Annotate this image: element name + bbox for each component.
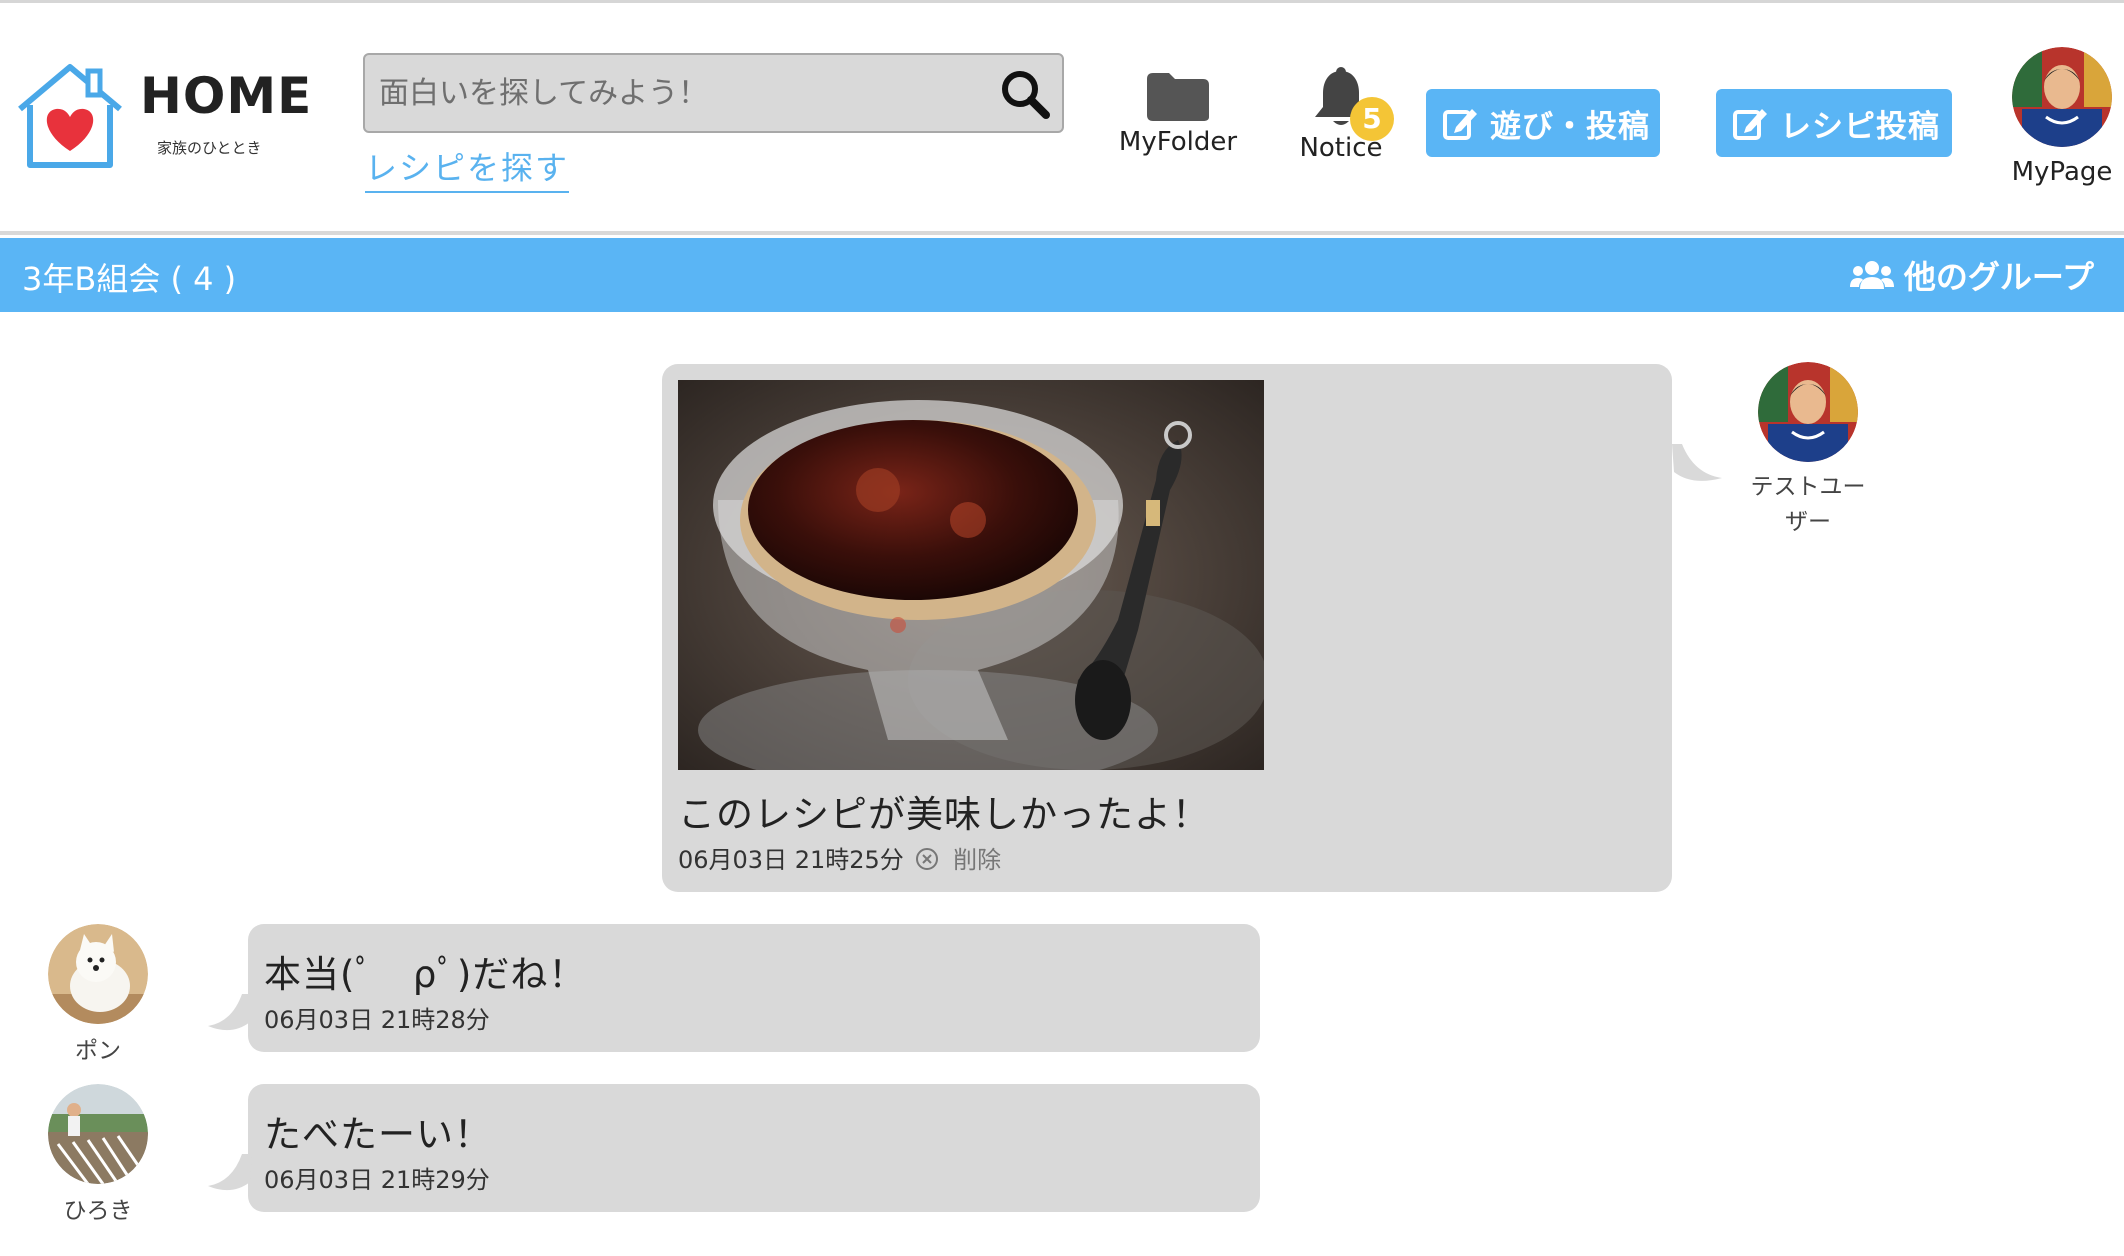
- chat-area: このレシピが美味しかったよ！ 06月03日 21時25分 削除 テストユー ザー…: [8, 320, 2108, 1256]
- message-time: 06月03日 21時25分: [678, 846, 904, 874]
- recipe-post-button[interactable]: レシピ投稿: [1716, 89, 1952, 157]
- play-post-button[interactable]: 遊び・投稿: [1426, 89, 1660, 157]
- user-avatar: [48, 924, 148, 1024]
- play-post-label: 遊び・投稿: [1490, 108, 1650, 145]
- sender-test-user[interactable]: テストユー ザー: [1738, 362, 1878, 540]
- notice-count-badge: 5: [1350, 97, 1394, 141]
- edit-icon: [1443, 109, 1477, 140]
- message-time: 06月03日 21時28分: [264, 1006, 490, 1034]
- folder-icon: [1147, 73, 1209, 121]
- user-avatar: [48, 1084, 148, 1184]
- group-title: 3年B組会 ( 4 ): [22, 260, 237, 298]
- edit-icon: [1733, 109, 1767, 140]
- message-text: このレシピが美味しかったよ！: [678, 793, 1210, 836]
- delete-link[interactable]: 削除: [953, 846, 1001, 874]
- bubble-tail: [1672, 444, 1722, 481]
- house-heart-icon: [18, 64, 122, 168]
- logo[interactable]: HOME 家族のひととき: [12, 61, 312, 181]
- recipe-post-label: レシピ投稿: [1780, 108, 1940, 145]
- logo-subtitle: 家族のひととき: [157, 139, 262, 157]
- message-text: たべたーい！: [264, 1113, 492, 1156]
- myfolder-label: MyFolder: [1118, 127, 1238, 157]
- user-name: ひろき: [63, 1198, 133, 1224]
- user-name-line2: ザー: [1785, 509, 1831, 535]
- mypage-avatar: [2012, 47, 2112, 147]
- delete-circle-icon[interactable]: [915, 847, 939, 871]
- bubble-tail: [208, 1154, 252, 1191]
- search-input[interactable]: [379, 65, 979, 121]
- user-name-line1: テストユー: [1750, 474, 1866, 500]
- other-groups-button[interactable]: 他のグループ: [1849, 252, 2094, 298]
- user-avatar: [1758, 362, 1858, 462]
- users-icon: [1849, 261, 1894, 289]
- header: HOME 家族のひととき レシピを探す MyFolder 5 Notice 遊び…: [0, 3, 2124, 235]
- other-groups-label: 他のグループ: [1903, 258, 2094, 296]
- message-text: 本当(ﾟ ρﾟ)だね！: [264, 953, 587, 996]
- bubble-tail: [208, 994, 252, 1031]
- mypage-button[interactable]: MyPage: [2006, 47, 2118, 187]
- search-icon[interactable]: [998, 67, 1052, 121]
- sender-pon[interactable]: ポン: [48, 924, 148, 1069]
- group-header-bar: 3年B組会 ( 4 ) 他のグループ: [0, 238, 2124, 312]
- message-meta: 06月03日 21時25分 削除: [678, 840, 1001, 875]
- search-box: [363, 53, 1064, 133]
- user-name: ポン: [75, 1038, 121, 1064]
- notice-button[interactable]: 5 Notice: [1286, 67, 1396, 163]
- find-recipe-link[interactable]: レシピを探す: [365, 143, 570, 193]
- sender-hiroki[interactable]: ひろき: [48, 1084, 148, 1229]
- message-bubble: たべたーい！ 06月03日 21時29分: [208, 1084, 1260, 1212]
- message-time: 06月03日 21時29分: [264, 1166, 490, 1194]
- recipe-photo[interactable]: [678, 380, 1264, 770]
- message-bubble-own: このレシピが美味しかったよ！ 06月03日 21時25分 削除: [662, 364, 1722, 892]
- mypage-label: MyPage: [2011, 157, 2113, 187]
- message-bubble: 本当(ﾟ ρﾟ)だね！ 06月03日 21時28分: [208, 924, 1260, 1052]
- myfolder-button[interactable]: MyFolder: [1118, 71, 1238, 157]
- logo-title: HOME: [140, 67, 313, 125]
